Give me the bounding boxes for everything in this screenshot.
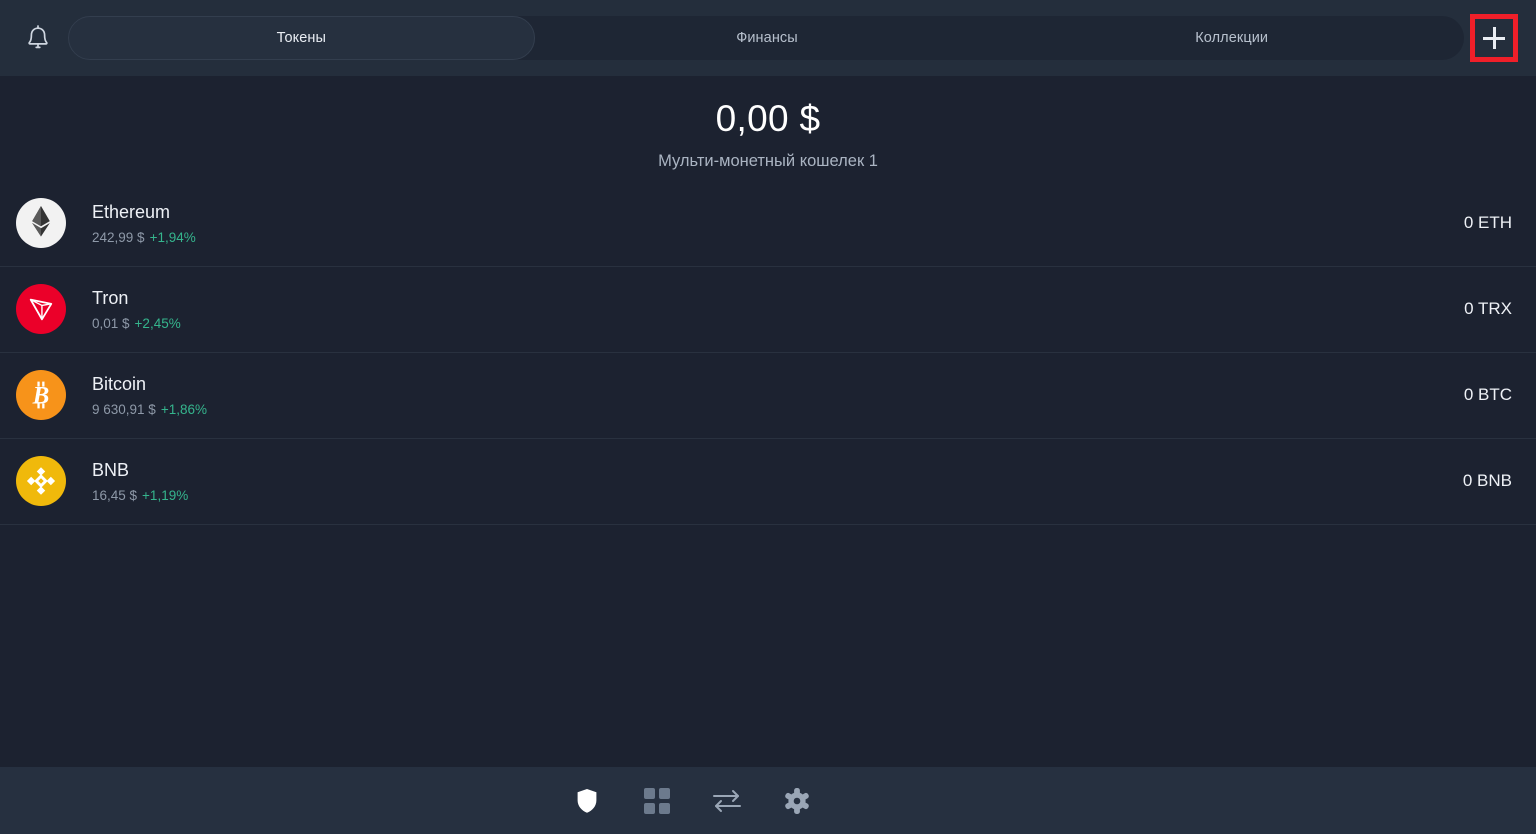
table-row[interactable]: BNB 16,45 $ +1,19% 0 BNB (0, 439, 1536, 525)
add-token-button[interactable] (1470, 14, 1518, 62)
coin-price: 16,45 $ (92, 488, 138, 504)
coin-meta: Bitcoin 9 630,91 $ +1,86% (92, 374, 1464, 417)
coin-meta: Tron 0,01 $ +2,45% (92, 288, 1464, 331)
notifications-button[interactable] (16, 16, 60, 60)
plus-icon (1483, 27, 1505, 49)
section-tabs: Токены Финансы Коллекции (68, 16, 1464, 60)
coin-balance: 0 BTC (1463, 385, 1512, 405)
tab-collections[interactable]: Коллекции (999, 16, 1464, 60)
token-list: Ethereum 242,99 $ +1,94% 0 ETH Tron 0,01 … (0, 181, 1536, 834)
table-row[interactable]: Tron 0,01 $ +2,45% 0 TRX (0, 267, 1536, 353)
coin-change: +2,45% (134, 316, 181, 332)
coin-price: 242,99 $ (92, 230, 145, 246)
tab-collections-label: Коллекции (1195, 30, 1269, 46)
coin-sub: 16,45 $ +1,19% (92, 489, 1463, 503)
bitcoin-icon: B (16, 370, 66, 421)
balance-summary: 0,00 $ Мульти-монетный кошелек 1 (0, 76, 1536, 181)
coin-change: +1,86% (160, 402, 207, 418)
coin-name: BNB (92, 459, 130, 480)
coin-price: 0,01 $ (92, 316, 130, 332)
tab-finance[interactable]: Финансы (535, 16, 1000, 60)
coin-balance: 0 ETH (1463, 213, 1512, 233)
swap-icon (712, 788, 742, 814)
nav-apps[interactable] (622, 767, 692, 834)
coin-name: Tron (92, 287, 129, 308)
ethereum-icon (16, 198, 66, 249)
nav-swap[interactable] (692, 767, 762, 834)
coin-change: +1,19% (142, 488, 189, 504)
nav-settings[interactable] (762, 767, 832, 834)
wallet-name: Мульти-монетный кошелек 1 (658, 151, 878, 170)
tron-icon (16, 284, 66, 335)
tab-tokens-label: Токены (276, 30, 327, 46)
coin-balance: 0 TRX (1464, 299, 1512, 319)
coin-balance: 0 BNB (1462, 471, 1512, 491)
gear-icon (784, 787, 810, 814)
grid-icon (644, 787, 670, 814)
bnb-icon (16, 456, 66, 507)
nav-security[interactable] (552, 767, 622, 834)
top-header: Токены Финансы Коллекции (0, 0, 1536, 76)
coin-name: Ethereum (92, 201, 171, 222)
bottom-navigation (0, 767, 1536, 834)
wallet-app: Токены Финансы Коллекции 0,00 $ Мульти-м… (0, 0, 1536, 834)
tab-tokens[interactable]: Токены (68, 16, 535, 60)
coin-sub: 9 630,91 $ +1,86% (92, 403, 1464, 417)
coin-sub: 242,99 $ +1,94% (92, 231, 1464, 245)
table-row[interactable]: Ethereum 242,99 $ +1,94% 0 ETH (0, 181, 1536, 267)
coin-meta: Ethereum 242,99 $ +1,94% (92, 202, 1464, 245)
total-balance: 0,00 $ (715, 98, 821, 139)
table-row[interactable]: B Bitcoin 9 630,91 $ +1,86% 0 BTC (0, 353, 1536, 439)
bottom-nav-items (552, 767, 832, 834)
coin-change: +1,94% (149, 230, 196, 246)
coin-sub: 0,01 $ +2,45% (92, 317, 1464, 331)
tab-finance-label: Финансы (736, 30, 798, 46)
shield-icon (576, 788, 598, 814)
coin-price: 9 630,91 $ (92, 402, 156, 418)
svg-text:B: B (32, 383, 50, 410)
coin-meta: BNB 16,45 $ +1,19% (92, 460, 1463, 503)
coin-name: Bitcoin (92, 373, 147, 394)
bell-icon (25, 24, 51, 52)
